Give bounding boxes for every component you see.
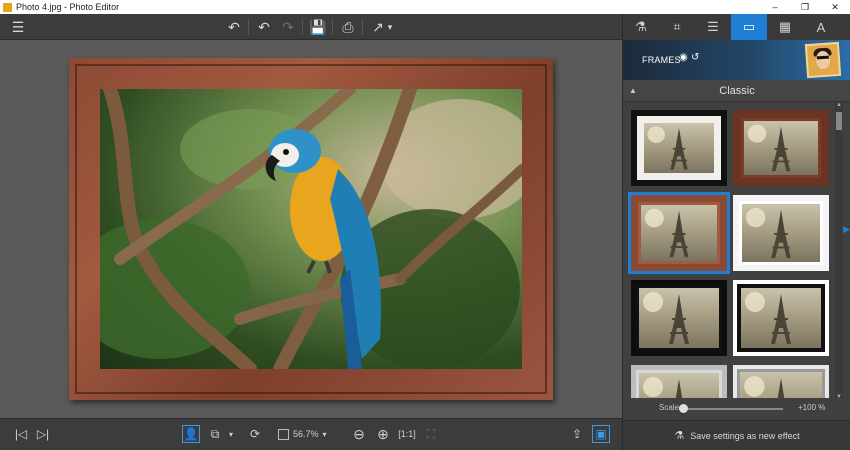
thumbnail-scrollbar[interactable]: ▲ ▼ <box>835 102 843 402</box>
eiffel-tower-preview <box>641 205 717 261</box>
crop-tab[interactable]: ⌗ <box>659 14 695 40</box>
texture-icon: ▦ <box>778 19 792 34</box>
frame-thumbnail-white-shadow[interactable] <box>733 195 829 271</box>
effects-icon: ⚗ <box>635 19 647 34</box>
eiffel-tower-preview <box>742 204 820 262</box>
export-icon[interactable]: ⇪ <box>568 425 586 443</box>
print-icon[interactable]: ⎙ <box>338 17 358 37</box>
text-icon: A <box>816 19 826 35</box>
save-effect-button[interactable]: ⚗ Save settings as new effect <box>623 420 850 450</box>
zoom-selector[interactable]: 56.7% ▾ <box>278 425 340 443</box>
frame-thumbnail-black-border[interactable] <box>631 280 727 356</box>
top-toolbar: ☰ ↶ ↶ ↷ 💾 ⎙ ↗ ▾ <box>0 14 622 40</box>
app-icon <box>3 2 12 12</box>
save-effect-label: Save settings as new effect <box>690 430 800 441</box>
frame-thumbnail-silver[interactable] <box>631 365 727 402</box>
frames-panel: ⚗ ⌗ ☰ ▭ ▦ A FRAMES ◉ ↺ ▲ Classic ▲ ▼ ▶ Scale <box>622 14 850 450</box>
frames-header: FRAMES ◉ ↺ <box>623 40 850 80</box>
parrot-illustration <box>100 89 522 369</box>
effects-tab[interactable]: ⚗ <box>623 14 659 40</box>
toolbar-divider <box>302 19 303 35</box>
toolbar-divider <box>332 19 333 35</box>
image-canvas[interactable] <box>0 40 622 418</box>
frame-thumbnail-wood-3d[interactable] <box>628 192 730 274</box>
flask-icon: ⚗ <box>674 430 685 442</box>
close-button[interactable]: ✕ <box>820 0 850 14</box>
texture-tab[interactable]: ▦ <box>767 14 803 40</box>
compare-view-icon[interactable]: ⧉ <box>206 425 224 443</box>
menu-icon[interactable]: ☰ <box>8 17 28 37</box>
eiffel-tower-preview <box>744 121 818 175</box>
window-title: Photo 4.jpg - Photo Editor <box>16 2 120 12</box>
wood-frame <box>69 58 553 400</box>
frame-thumbnail-brown-wood[interactable] <box>733 110 829 186</box>
scale-value: +100 % <box>798 403 826 412</box>
toolbar-divider <box>362 19 363 35</box>
panel-toggle-icon[interactable]: ▣ <box>592 425 610 443</box>
eye-icon[interactable]: ◉ <box>679 52 688 63</box>
eiffel-tower-preview <box>644 123 714 173</box>
undo-step-icon[interactable]: ↶ <box>254 17 274 37</box>
zoom-value: 56.7% <box>293 429 319 439</box>
save-icon[interactable]: 💾 <box>308 17 328 37</box>
zoom-frame-icon <box>278 428 289 440</box>
restore-button[interactable]: ❐ <box>790 0 820 14</box>
single-view-icon[interactable]: 👤 <box>182 425 200 443</box>
zoom-in-icon[interactable]: ⊕ <box>374 425 392 443</box>
panel-expand-arrow-icon[interactable]: ▶ <box>843 224 850 236</box>
toolbar-divider <box>248 19 249 35</box>
fit-screen-icon[interactable]: ⛶ <box>422 425 440 443</box>
next-image-icon[interactable]: ▷| <box>34 425 52 443</box>
bottom-toolbar: |◁ ▷| 👤 ⧉ ▾ ⟳ 56.7% ▾ ⊖ ⊕ [1:1] ⛶ ⇪ ▣ <box>0 418 622 450</box>
adjust-tab[interactable]: ☰ <box>695 14 731 40</box>
previous-image-icon[interactable]: |◁ <box>12 425 30 443</box>
undo-icon[interactable]: ↶ <box>224 17 244 37</box>
category-label: Classic <box>719 85 755 97</box>
share-chevron-icon[interactable]: ▾ <box>384 17 396 37</box>
frame-thumbnail-white-mat-black[interactable] <box>631 110 727 186</box>
avatar <box>804 41 842 79</box>
reset-icon[interactable]: ↺ <box>691 52 699 63</box>
frame-thumbnail-black-white-border[interactable] <box>733 280 829 356</box>
panel-tabs: ⚗ ⌗ ☰ ▭ ▦ A <box>623 14 850 40</box>
scale-slider-knob[interactable] <box>679 404 688 413</box>
eiffel-tower-preview <box>639 288 719 348</box>
minimize-button[interactable]: – <box>760 0 790 14</box>
category-header[interactable]: ▲ Classic <box>623 80 850 102</box>
frames-tab[interactable]: ▭ <box>731 14 767 40</box>
zoom-out-icon[interactable]: ⊖ <box>350 425 368 443</box>
redo-icon[interactable]: ↷ <box>278 17 298 37</box>
eiffel-tower-preview <box>741 288 821 348</box>
frames-title: FRAMES <box>642 55 681 65</box>
frame-thumbnail-grid <box>623 102 835 402</box>
adjust-icon: ☰ <box>707 19 719 34</box>
scale-slider[interactable] <box>683 408 783 410</box>
frames-icon: ▭ <box>742 19 756 34</box>
rotate-icon[interactable]: ⟳ <box>246 425 264 443</box>
scale-control: Scale +100 % <box>623 398 850 420</box>
compare-chevron-icon[interactable]: ▾ <box>226 425 236 443</box>
title-bar: Photo 4.jpg - Photo Editor – ❐ ✕ <box>0 0 850 14</box>
actual-size-icon[interactable]: [1:1] <box>396 425 418 443</box>
photo-editor-window: Photo 4.jpg - Photo Editor – ❐ ✕ ☰ ↶ ↶ ↷… <box>0 0 850 450</box>
crop-icon: ⌗ <box>673 19 681 34</box>
scale-label: Scale <box>659 403 680 412</box>
scroll-up-icon[interactable]: ▲ <box>835 102 843 110</box>
frame-thumbnail-grey-white[interactable] <box>733 365 829 402</box>
zoom-chevron-icon[interactable]: ▾ <box>323 430 327 439</box>
parrot-photo <box>100 89 522 369</box>
scroll-thumb[interactable] <box>836 112 842 130</box>
text-tab[interactable]: A <box>803 14 839 40</box>
